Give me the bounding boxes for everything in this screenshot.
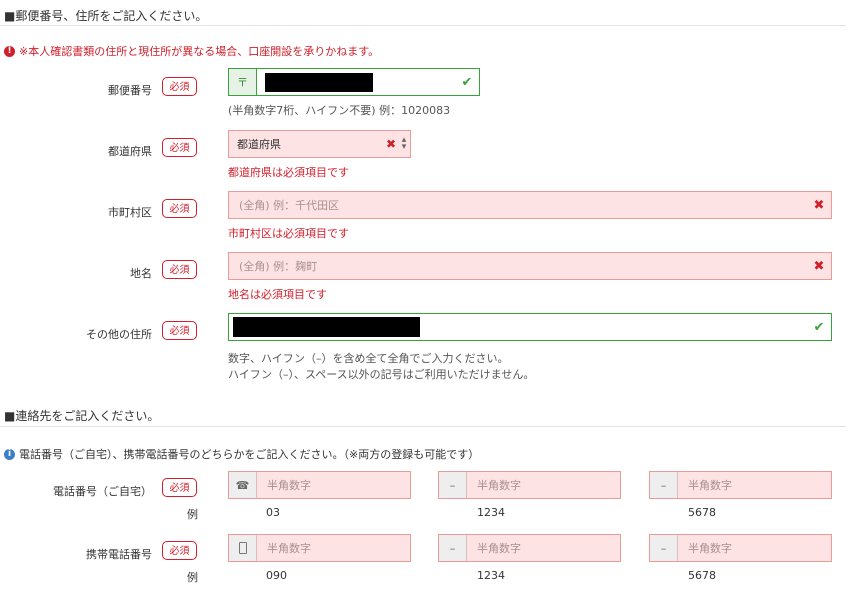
x-icon: ✖ (813, 258, 825, 274)
required-badge: 必須 (162, 199, 197, 218)
prefecture-select[interactable]: 都道府県 ✖ ▴ ▾ (228, 130, 411, 158)
mobile-phone-example-2: 1234 (477, 569, 505, 582)
exclamation-circle-icon: ! (4, 45, 15, 57)
mobile-phone-last-placeholder: 半角数字 (688, 542, 732, 555)
section-divider (0, 25, 846, 26)
home-phone-example-3: 5678 (688, 506, 716, 519)
required-badge: 必須 (162, 478, 197, 497)
home-phone-area-placeholder: 半角数字 (267, 479, 311, 492)
x-icon: ✖ (813, 197, 825, 213)
city-label: 市町村区 (108, 206, 152, 219)
postal-code-input[interactable]: 〒 ✔ (228, 68, 480, 96)
city-error: 市町村区は必須項目です (228, 227, 349, 240)
home-phone-example-1: 03 (266, 506, 280, 519)
mobile-phone-prefix-input[interactable]: 半角数字 (228, 534, 411, 562)
redacted-value (233, 317, 420, 337)
other-address-label: その他の住所 (86, 328, 152, 341)
home-phone-area-input[interactable]: ☎ 半角数字 (228, 471, 411, 499)
required-badge: 必須 (162, 77, 197, 96)
mobile-phone-example-label: 例 (187, 571, 198, 584)
home-phone-example-label: 例 (187, 508, 198, 521)
home-phone-last-placeholder: 半角数字 (688, 479, 732, 492)
mobile-phone-example-1: 090 (266, 569, 287, 582)
prefecture-error: 都道府県は必須項目です (228, 166, 349, 179)
mobile-phone-prefix-placeholder: 半角数字 (267, 542, 311, 555)
section-divider (0, 426, 846, 427)
home-phone-label: 電話番号（ご自宅） (53, 485, 152, 498)
dash-prefix: – (439, 535, 467, 561)
area-placeholder: (全角) 例：麹町 (239, 260, 318, 273)
home-phone-middle-placeholder: 半角数字 (477, 479, 521, 492)
city-input[interactable]: (全角) 例：千代田区 ✖ (228, 191, 832, 219)
address-section-title: ■郵便番号、住所をご記入ください。 (4, 9, 208, 23)
city-placeholder: (全角) 例：千代田区 (239, 199, 340, 212)
postal-code-hint: (半角数字7桁、ハイフン不要) 例：1020083 (228, 104, 451, 117)
mobile-icon (229, 535, 257, 561)
check-icon: ✔ (813, 319, 825, 335)
required-badge: 必須 (162, 541, 197, 560)
required-badge: 必須 (162, 260, 197, 279)
mobile-phone-example-3: 5678 (688, 569, 716, 582)
prefecture-label: 都道府県 (108, 145, 152, 158)
home-phone-last-input[interactable]: – 半角数字 (649, 471, 832, 499)
area-error: 地名は必須項目です (228, 288, 327, 301)
mobile-phone-middle-placeholder: 半角数字 (477, 542, 521, 555)
dash-prefix: – (650, 535, 678, 561)
dash-prefix: – (650, 472, 678, 498)
prefecture-selected-value: 都道府県 (237, 138, 281, 151)
dash-prefix: – (439, 472, 467, 498)
mobile-phone-last-input[interactable]: – 半角数字 (649, 534, 832, 562)
other-address-hint-2: ハイフン（–）、スペース以外の記号はご利用いただけません。 (228, 368, 535, 381)
required-badge: 必須 (162, 321, 197, 340)
area-input[interactable]: (全角) 例：麹町 ✖ (228, 252, 832, 280)
other-address-hint-1: 数字、ハイフン（–）を含め全て全角でご入力ください。 (228, 352, 509, 365)
area-label: 地名 (130, 267, 152, 280)
mobile-phone-label: 携帯電話番号 (86, 548, 152, 561)
address-warning-text: ※本人確認書類の住所と現住所が異なる場合、口座開設を承りかねます。 (19, 45, 380, 58)
home-phone-middle-input[interactable]: – 半角数字 (438, 471, 621, 499)
address-warning: ! ※本人確認書類の住所と現住所が異なる場合、口座開設を承りかねます。 (4, 43, 379, 59)
phone-icon: ☎ (229, 472, 257, 498)
x-icon: ✖ (385, 137, 396, 151)
home-phone-example-2: 1234 (477, 506, 505, 519)
postal-code-label: 郵便番号 (108, 84, 152, 97)
mobile-phone-middle-input[interactable]: – 半角数字 (438, 534, 621, 562)
postal-mark-icon: 〒 (229, 69, 257, 95)
redacted-value (265, 72, 373, 92)
other-address-input[interactable]: ✔ (228, 313, 832, 341)
select-arrows-icon: ▴ ▾ (401, 135, 407, 152)
contact-info-text: 電話番号（ご自宅）、携帯電話番号のどちらかをご記入ください。（※両方の登録も可能… (19, 448, 480, 461)
contact-section-title: ■連絡先をご記入ください。 (4, 409, 160, 423)
check-icon: ✔ (461, 74, 473, 90)
info-circle-icon: i (4, 448, 15, 460)
required-badge: 必須 (162, 138, 197, 157)
contact-info: i 電話番号（ご自宅）、携帯電話番号のどちらかをご記入ください。（※両方の登録も… (4, 446, 479, 462)
